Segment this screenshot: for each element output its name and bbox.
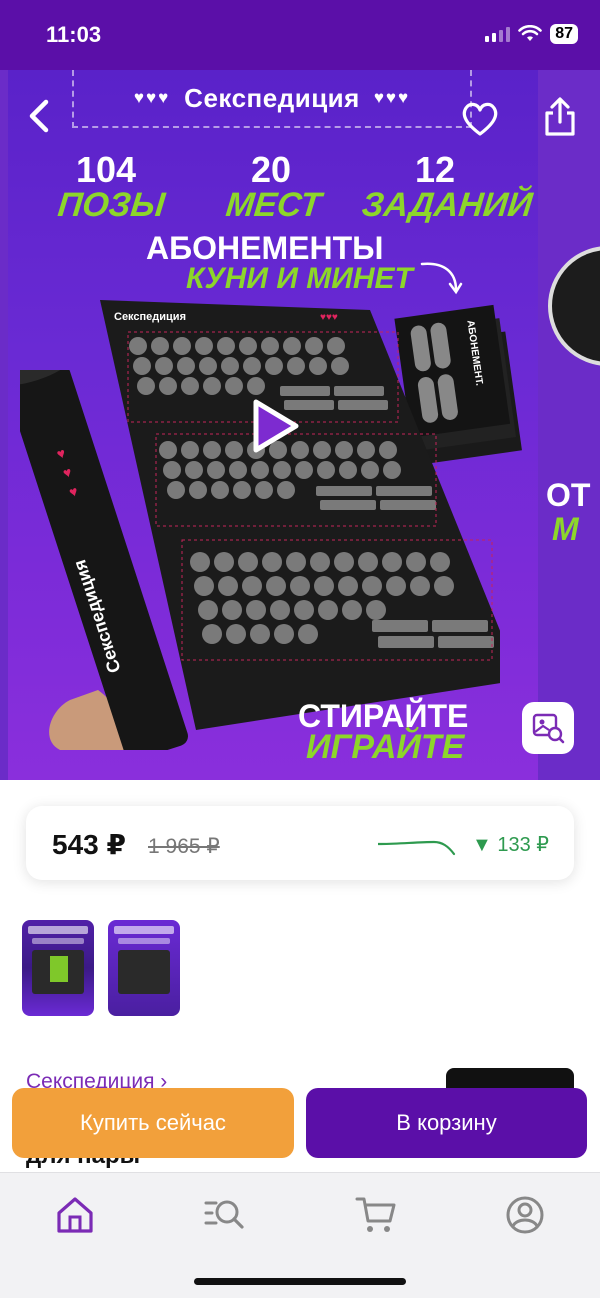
signal-icon xyxy=(485,26,511,42)
prev-image-edge xyxy=(0,70,8,780)
product-image-gallery[interactable]: ОТ М ♥♥♥ Секспедиция ♥♥♥ 104 ПОЗЫ 20 МЕС… xyxy=(0,70,600,780)
add-to-cart-button[interactable]: В корзину xyxy=(306,1088,587,1158)
back-arrow-icon[interactable] xyxy=(22,96,58,136)
stat-label: МЕСТ xyxy=(224,186,324,224)
stat-number: 104 xyxy=(75,149,137,190)
wifi-icon xyxy=(518,25,543,41)
stat-poses: 104 ПОЗЫ xyxy=(56,149,167,225)
share-icon[interactable] xyxy=(540,96,580,138)
poster-tube-image: Секспедиция ♥ ♥ ♥ xyxy=(20,370,188,750)
cart-icon[interactable] xyxy=(354,1193,398,1237)
hearts-decoration: ♥♥♥ xyxy=(133,88,171,107)
price-card[interactable]: 543 ₽ 1 965 ₽ ▼ 133 ₽ xyxy=(26,806,574,880)
price-drop-badge: ▼ 133 ₽ xyxy=(472,834,550,856)
battery-indicator: 87 xyxy=(550,24,578,44)
next-image-edge: ОТ М xyxy=(538,70,600,780)
price-history-sparkline xyxy=(378,840,456,856)
hero-title: Секспедиция xyxy=(184,82,360,113)
svg-text:Секспедиция: Секспедиция xyxy=(114,311,186,323)
catalog-search-icon[interactable] xyxy=(202,1193,246,1237)
play-video-icon[interactable] xyxy=(246,396,302,456)
heart-icon[interactable] xyxy=(460,100,500,138)
play-text: ИГРАЙТЕ xyxy=(306,728,465,766)
gallery-thumbnail-1[interactable] xyxy=(22,920,94,1016)
hearts-decoration: ♥♥♥ xyxy=(373,88,411,107)
visual-search-button[interactable] xyxy=(522,702,574,754)
profile-icon[interactable] xyxy=(503,1193,547,1237)
current-price: 543 ₽ xyxy=(52,829,126,860)
stat-number: 20 xyxy=(250,149,292,190)
arrow-icon xyxy=(420,262,463,295)
hero-title-box: ♥♥♥ Секспедиция ♥♥♥ xyxy=(72,70,472,128)
status-indicators: 87 xyxy=(485,24,578,44)
svg-text:М: М xyxy=(552,511,580,547)
image-search-icon xyxy=(532,713,565,744)
svg-text:♥♥♥: ♥♥♥ xyxy=(320,312,338,323)
stat-tasks: 12 ЗАДАНИЙ xyxy=(360,149,535,225)
stat-label: ЗАДАНИЙ xyxy=(360,186,535,224)
old-price: 1 965 ₽ xyxy=(148,835,220,858)
gallery-thumbnail-2[interactable] xyxy=(108,920,180,1016)
stat-number: 12 xyxy=(414,149,456,190)
home-indicator xyxy=(194,1278,406,1285)
home-icon[interactable] xyxy=(53,1193,97,1237)
status-time: 11:03 xyxy=(46,22,102,47)
stat-label: ПОЗЫ xyxy=(56,186,167,224)
stat-places: 20 МЕСТ xyxy=(224,149,324,225)
buy-now-button[interactable]: Купить сейчас xyxy=(12,1088,294,1158)
status-bar: 11:03 87 xyxy=(0,0,600,70)
abonement-subtitle: КУНИ И МИНЕТ xyxy=(186,262,413,295)
side-text: ОТ xyxy=(546,477,591,513)
